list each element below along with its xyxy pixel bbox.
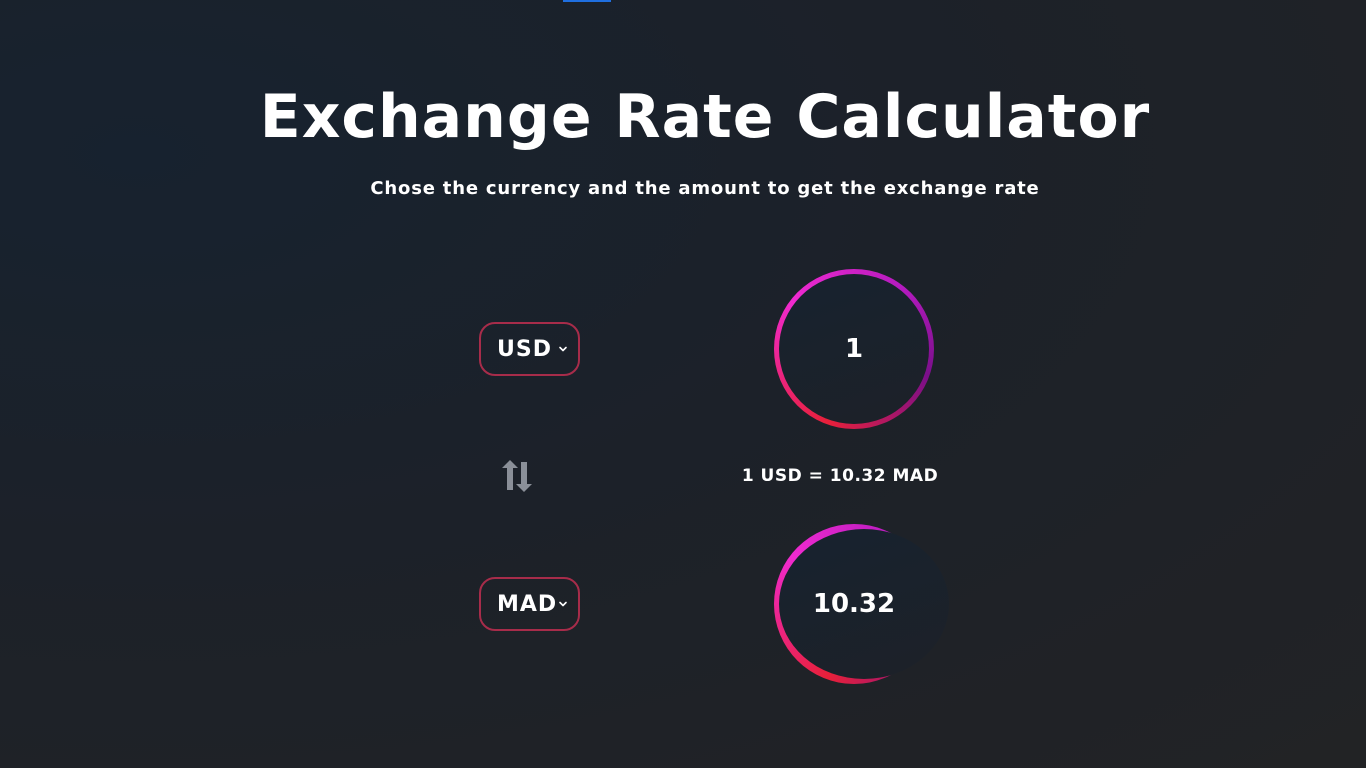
from-currency-label: USD — [497, 336, 552, 362]
exchange-rate-text: 1 USD = 10.32 MAD — [741, 466, 939, 486]
swap-arrows-icon[interactable] — [500, 458, 534, 494]
top-accent-bar — [563, 0, 611, 2]
from-currency-select[interactable]: USD — [479, 322, 580, 376]
page-title: Exchange Rate Calculator — [259, 82, 1151, 152]
chevron-down-icon — [559, 346, 567, 352]
chevron-down-icon — [559, 601, 567, 607]
to-amount-output[interactable]: 10.32 — [779, 529, 949, 679]
from-amount-ring: 1 — [774, 269, 934, 429]
to-amount-ring: 10.32 — [774, 524, 949, 684]
to-currency-select[interactable]: MAD — [479, 577, 580, 631]
from-amount-input[interactable]: 1 — [779, 274, 929, 424]
to-currency-label: MAD — [497, 591, 558, 617]
page-subtitle: Chose the currency and the amount to get… — [370, 178, 1040, 199]
